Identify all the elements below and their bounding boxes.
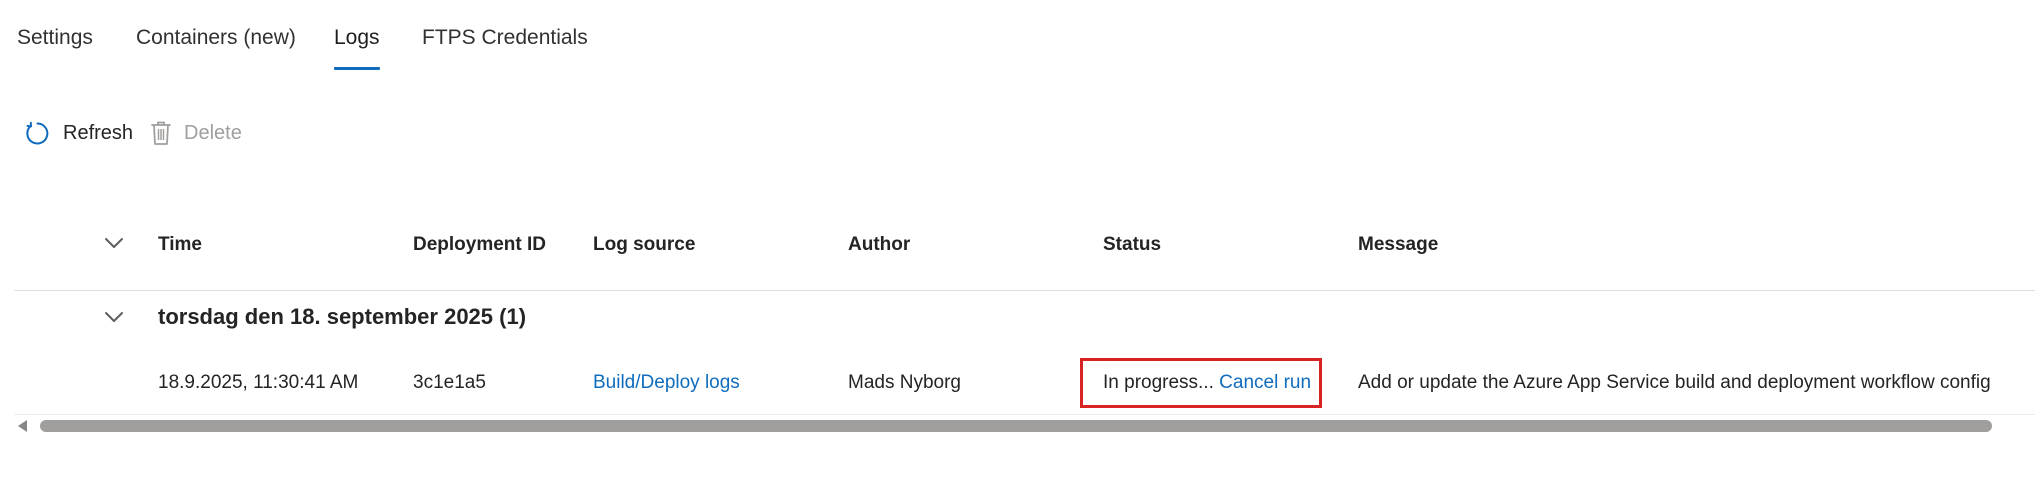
cell-status: In progress... Cancel run — [1103, 372, 1311, 394]
group-title: torsdag den 18. september 2025 (1) — [158, 304, 527, 329]
tab-containers-new[interactable]: Containers (new) — [136, 26, 296, 72]
deployment-center-page: Settings Containers (new) Logs FTPS Cred… — [0, 0, 2035, 480]
active-tab-indicator — [334, 67, 380, 70]
cell-author: Mads Nyborg — [848, 372, 961, 393]
tab-label: Logs — [334, 26, 380, 49]
column-header-status[interactable]: Status — [1103, 234, 1161, 256]
scroll-left-arrow-icon[interactable] — [18, 420, 27, 432]
column-header-time[interactable]: Time — [158, 234, 202, 256]
refresh-icon — [24, 120, 51, 147]
cell-deployment-id: 3c1e1a5 — [413, 372, 486, 393]
table-row[interactable]: 18.9.2025, 11:30:41 AM 3c1e1a5 Build/Dep… — [14, 358, 2035, 415]
refresh-button[interactable]: Refresh — [24, 116, 133, 150]
tab-logs[interactable]: Logs — [334, 26, 380, 72]
cancel-run-link[interactable]: Cancel run — [1219, 372, 1311, 393]
column-header-deployment-id[interactable]: Deployment ID — [413, 234, 546, 256]
build-deploy-logs-link[interactable]: Build/Deploy logs — [593, 372, 740, 394]
tab-ftps-credentials[interactable]: FTPS Credentials — [422, 26, 588, 72]
tab-label: FTPS Credentials — [422, 26, 588, 49]
group-collapse-chevron-icon[interactable] — [104, 310, 124, 329]
trash-icon — [150, 120, 172, 146]
column-header-message[interactable]: Message — [1358, 234, 1438, 256]
tab-label: Containers (new) — [136, 26, 296, 49]
status-text: In progress... — [1103, 372, 1220, 393]
tab-settings[interactable]: Settings — [17, 26, 93, 72]
cell-time: 18.9.2025, 11:30:41 AM — [158, 372, 359, 393]
scrollbar-thumb[interactable] — [40, 420, 1992, 432]
tab-label: Settings — [17, 26, 93, 49]
column-header-log-source[interactable]: Log source — [593, 234, 695, 256]
delete-label: Delete — [184, 121, 242, 144]
grid-header-row: Time Deployment ID Log source Author Sta… — [14, 224, 2035, 291]
cell-message: Add or update the Azure App Service buil… — [1358, 372, 1991, 393]
group-header-row: torsdag den 18. september 2025 (1) — [14, 290, 2035, 358]
delete-button[interactable]: Delete — [150, 116, 242, 150]
column-header-author[interactable]: Author — [848, 234, 910, 256]
horizontal-scrollbar[interactable] — [14, 416, 2035, 436]
collapse-all-chevron-icon[interactable] — [104, 236, 124, 255]
refresh-label: Refresh — [63, 121, 134, 144]
